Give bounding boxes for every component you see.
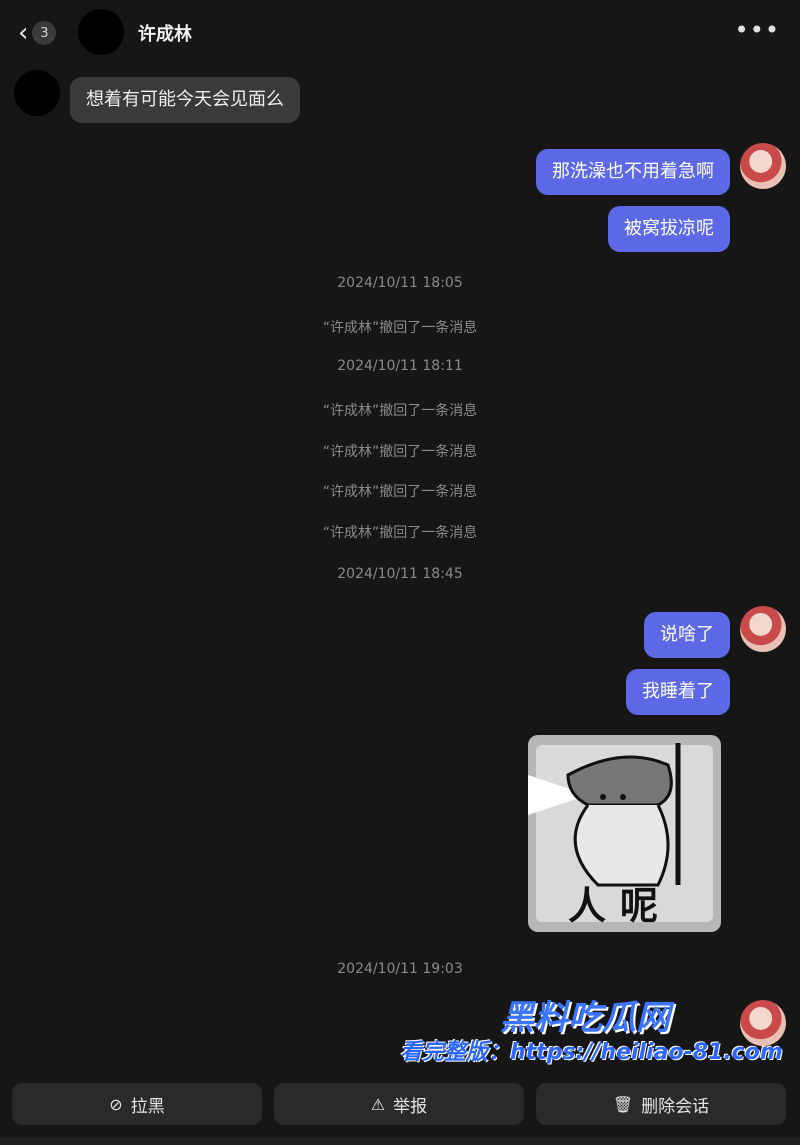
timestamp: 2024/10/11 18:11 [337, 358, 463, 374]
timestamp: 2024/10/11 19:03 [337, 961, 463, 977]
message-bubble-incoming[interactable]: 想着有可能今天会见面么 [70, 77, 300, 123]
back-button[interactable]: ‹ 3 [18, 18, 68, 48]
watermark-title: 黑料吃瓜网 [500, 998, 670, 1038]
recall-notice: “许成林”撤回了一条消息 [322, 403, 478, 419]
action-bar: ⊘ 拉黑 ⚠ 举报 🗑 删除会话 [0, 1083, 800, 1127]
timestamp: 2024/10/11 18:05 [337, 275, 463, 291]
delete-label: 删除会话 [641, 1096, 710, 1117]
message-bubble-outgoing[interactable]: 被窝拔凉呢 [608, 206, 730, 252]
recall-notice: “许成林”撤回了一条消息 [322, 484, 478, 500]
ban-icon: ⊘ [109, 1094, 123, 1114]
warning-icon: ⚠ [370, 1094, 386, 1114]
block-button[interactable]: ⊘ 拉黑 [12, 1083, 262, 1125]
recall-notice: “许成林”撤回了一条消息 [322, 444, 478, 460]
message-bubble-outgoing[interactable]: 那洗澡也不用着急啊 [536, 149, 730, 195]
trash-icon: 🗑 [612, 1094, 634, 1114]
report-label: 举报 [393, 1096, 428, 1117]
recall-notice: “许成林”撤回了一条消息 [322, 320, 478, 336]
input-area-edge [0, 1137, 800, 1145]
unread-count-badge: 3 [32, 21, 57, 45]
watermark-url: 看完整版：https://heiliao-81.com [400, 1040, 783, 1065]
user-avatar[interactable] [740, 606, 786, 652]
contact-name: 许成林 [138, 24, 192, 45]
message-bubble-outgoing[interactable]: 我睡着了 [626, 669, 730, 715]
message-bubble-outgoing[interactable]: 说啥了 [644, 612, 730, 658]
recall-notice: “许成林”撤回了一条消息 [322, 525, 478, 541]
delete-conversation-button[interactable]: 🗑 删除会话 [536, 1083, 786, 1125]
contact-avatar[interactable] [14, 70, 60, 116]
chevron-left-icon: ‹ [18, 18, 29, 48]
chat-header: ‹ 3 许成林 ••• [0, 0, 800, 64]
block-label: 拉黑 [130, 1096, 165, 1117]
user-avatar[interactable] [740, 143, 786, 189]
timestamp: 2024/10/11 18:45 [337, 566, 463, 582]
report-button[interactable]: ⚠ 举报 [274, 1083, 524, 1125]
more-options-button[interactable]: ••• [735, 16, 780, 44]
sticker-caption: 人呢 [568, 884, 673, 928]
contact-avatar[interactable] [78, 9, 124, 55]
sticker-message[interactable]: 人呢 [528, 735, 721, 932]
